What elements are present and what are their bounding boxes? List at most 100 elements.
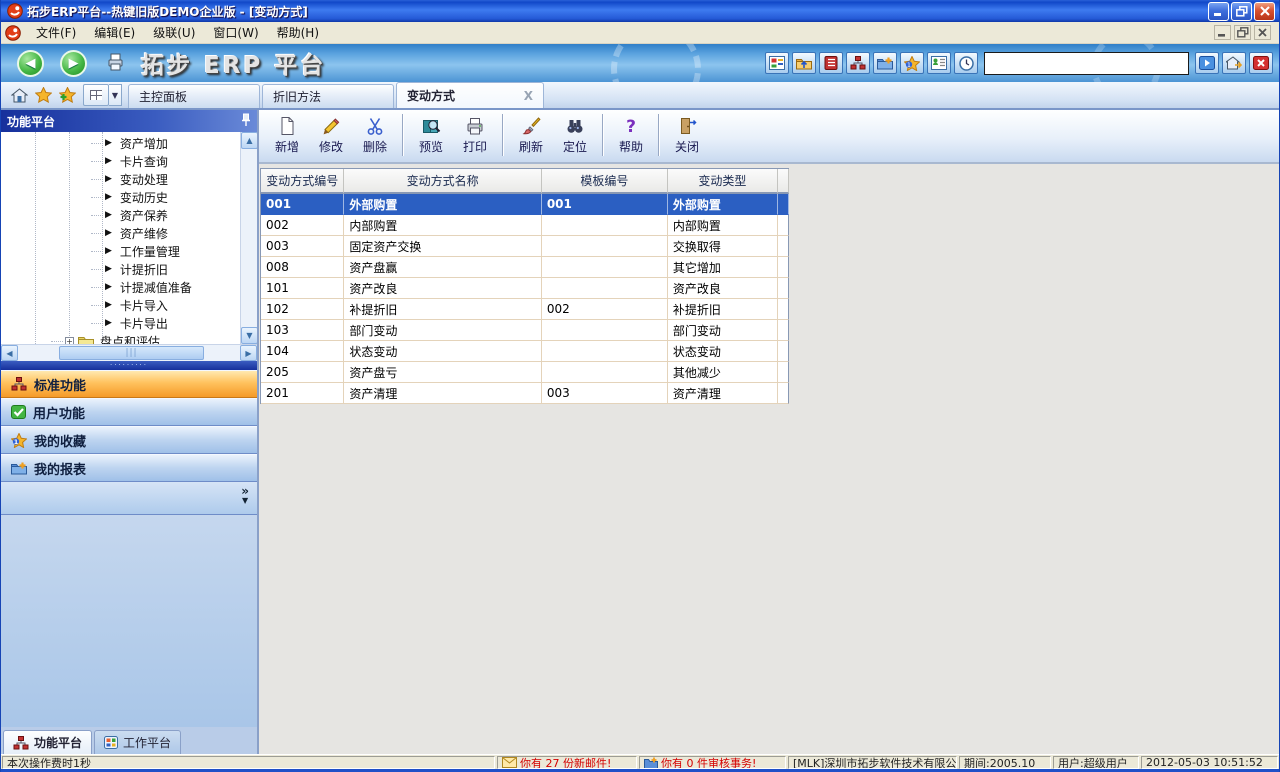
mdi-minimize-button[interactable]	[1214, 25, 1231, 40]
sidebar-tab[interactable]: 工作平台	[94, 730, 181, 754]
notebook-button[interactable]	[819, 52, 843, 74]
column-header[interactable]: 变动方式名称	[344, 169, 541, 194]
orgchart-red-icon	[13, 736, 29, 750]
group-my-reports[interactable]: 我的报表	[1, 454, 257, 482]
delete-button[interactable]: 删除	[353, 112, 397, 158]
tab-close-icon[interactable]: X	[498, 89, 533, 103]
table-row[interactable]: 003固定资产交换交换取得	[261, 236, 789, 257]
document-tab-bar: ▼ 主控面板折旧方法变动方式X	[1, 82, 1279, 110]
print-button[interactable]: 打印	[453, 112, 497, 158]
table-cell: 102	[261, 299, 344, 320]
desktop-panel-button[interactable]	[765, 52, 789, 74]
scroll-left-button[interactable]: ◀	[1, 345, 18, 361]
tree-item[interactable]: ▶资产增加	[1, 134, 240, 152]
orgchart-button[interactable]	[846, 52, 870, 74]
column-header[interactable]: 模板编号	[542, 169, 668, 194]
tree-item[interactable]: ▶卡片查询	[1, 152, 240, 170]
tree-item[interactable]: ▶计提折旧	[1, 260, 240, 278]
table-row[interactable]: 201资产清理003资产清理	[261, 383, 789, 404]
home-button[interactable]	[1222, 52, 1246, 74]
table-row[interactable]: 101资产改良资产改良	[261, 278, 789, 299]
table-row[interactable]: 001外部购置001外部购置	[261, 194, 789, 215]
tree-horizontal-scrollbar[interactable]: ◀ ||| ▶	[1, 344, 257, 361]
table-cell-filler	[778, 236, 789, 257]
pin-icon[interactable]	[241, 113, 251, 130]
restore-button[interactable]	[1231, 2, 1252, 21]
favorite-star-icon[interactable]	[31, 84, 55, 106]
mdi-restore-button[interactable]	[1234, 25, 1251, 40]
document-tab[interactable]: 主控面板	[128, 84, 260, 108]
go-button[interactable]	[1195, 52, 1219, 74]
modify-button[interactable]: 修改	[309, 112, 353, 158]
tree-item[interactable]: ▶工作量管理	[1, 242, 240, 260]
tree-item[interactable]: ▶计提减值准备	[1, 278, 240, 296]
table-cell: 资产改良	[344, 278, 541, 299]
close-button[interactable]	[1254, 2, 1275, 21]
more-groups-button[interactable]: »▼	[241, 486, 249, 506]
scroll-down-button[interactable]: ▼	[241, 327, 257, 344]
document-tab[interactable]: 变动方式X	[396, 82, 544, 108]
menu-item[interactable]: 窗口(W)	[204, 22, 267, 43]
forward-button[interactable]: ▶	[60, 50, 87, 77]
menu-item[interactable]: 级联(U)	[144, 22, 204, 43]
refresh-button[interactable]: 刷新	[509, 112, 553, 158]
add-favorite-icon[interactable]	[55, 84, 79, 106]
help-button[interactable]: ?帮助	[609, 112, 653, 158]
folder-up-button[interactable]	[792, 52, 816, 74]
column-header[interactable]: 变动方式编号	[261, 169, 344, 194]
table-row[interactable]: 002内部购置内部购置	[261, 215, 789, 236]
exit-button[interactable]	[1249, 52, 1273, 74]
menu-item[interactable]: 文件(F)	[27, 22, 85, 43]
table-cell: 资产清理	[668, 383, 778, 404]
table-row[interactable]: 205资产盘亏其他减少	[261, 362, 789, 383]
table-row[interactable]: 103部门变动部门变动	[261, 320, 789, 341]
tab-layout-dropdown[interactable]: ▼	[109, 84, 122, 106]
close-button[interactable]: 关闭	[665, 112, 709, 158]
tree-item[interactable]: ▶卡片导入	[1, 296, 240, 314]
toolbar-button-label: 刷新	[519, 138, 543, 155]
panel-splitter[interactable]: ·········	[1, 361, 257, 370]
table-row[interactable]: 008资产盘赢其它增加	[261, 257, 789, 278]
mdi-close-button[interactable]	[1254, 25, 1271, 40]
home-icon[interactable]	[7, 84, 31, 106]
tree-vertical-scrollbar[interactable]: ▲ ▼	[240, 132, 257, 344]
tree-item[interactable]: ▶资产保养	[1, 206, 240, 224]
new-button[interactable]: 新增	[265, 112, 309, 158]
tab-layout-button[interactable]	[83, 84, 109, 106]
back-button[interactable]: ◀	[17, 50, 44, 77]
group-standard-functions[interactable]: 标准功能	[1, 370, 257, 398]
tree-item[interactable]: ▶变动处理	[1, 170, 240, 188]
tree-connector	[91, 215, 103, 216]
user-list-button[interactable]	[927, 52, 951, 74]
title-bar: 拓步ERP平台--热键旧版DEMO企业版 - [变动方式]	[1, 0, 1279, 22]
sidebar-tab[interactable]: 功能平台	[3, 730, 92, 754]
favorites-button[interactable]: 1	[900, 52, 924, 74]
locate-button[interactable]: 定位	[553, 112, 597, 158]
minimize-button[interactable]	[1208, 2, 1229, 21]
group-user-functions[interactable]: 用户功能	[1, 398, 257, 426]
column-header[interactable]: 变动类型	[668, 169, 778, 194]
menu-item[interactable]: 帮助(H)	[268, 22, 328, 43]
app-logo-icon	[7, 3, 23, 19]
expand-icon[interactable]: +	[65, 337, 74, 345]
tree-item[interactable]: ▶变动历史	[1, 188, 240, 206]
preview-button[interactable]: 预览	[409, 112, 453, 158]
document-tab[interactable]: 折旧方法	[262, 84, 394, 108]
tree-item[interactable]: +盘点和评估	[1, 332, 240, 344]
tree-item[interactable]: ▶卡片导出	[1, 314, 240, 332]
table-cell-filler	[778, 215, 789, 236]
quick-search-input[interactable]	[984, 52, 1189, 75]
scroll-thumb[interactable]: |||	[59, 346, 204, 360]
menu-item[interactable]: 编辑(E)	[85, 22, 144, 43]
clock-button[interactable]	[954, 52, 978, 74]
status-alert-segment[interactable]: 你有 0 件审核事务!	[639, 756, 786, 769]
group-my-favorites[interactable]: 1我的收藏	[1, 426, 257, 454]
scroll-up-button[interactable]: ▲	[241, 132, 257, 149]
scroll-right-button[interactable]: ▶	[240, 345, 257, 361]
folder-add-button[interactable]	[873, 52, 897, 74]
table-cell	[542, 215, 668, 236]
status-alert-segment[interactable]: 你有 27 份新邮件!	[497, 756, 637, 769]
tree-item[interactable]: ▶资产维修	[1, 224, 240, 242]
table-row[interactable]: 102补提折旧002补提折旧	[261, 299, 789, 320]
table-row[interactable]: 104状态变动状态变动	[261, 341, 789, 362]
